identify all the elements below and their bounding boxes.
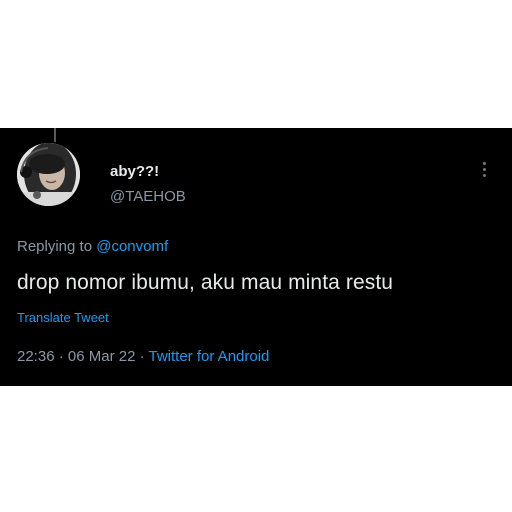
user-handle[interactable]: @TAEHOB [110,188,186,205]
translate-tweet-link[interactable]: Translate Tweet [17,310,109,325]
tweet-metadata: 22:36 · 06 Mar 22 · Twitter for Android [17,348,269,365]
meta-separator: · [135,348,149,365]
more-dot [482,167,486,171]
replying-prefix: Replying to [17,238,97,255]
tweet-time[interactable]: 22:36 [17,348,55,365]
display-name[interactable]: aby??! [110,163,159,180]
more-vertical-icon[interactable] [474,157,494,181]
tweet-date[interactable]: 06 Mar 22 [68,348,136,365]
avatar-image [17,143,80,206]
more-dot [482,173,486,177]
more-dot [482,161,486,165]
page: aby??! @TAEHOB Replying to @convomf drop… [0,0,512,512]
tweet-text: drop nomor ibumu, aku mau minta restu [17,271,394,294]
avatar[interactable] [17,143,80,206]
tweet-source-link[interactable]: Twitter for Android [149,348,270,365]
meta-separator: · [54,348,68,365]
replying-to: Replying to @convomf [17,238,168,255]
thread-line [54,128,56,142]
replying-mention-link[interactable]: @convomf [96,238,168,255]
